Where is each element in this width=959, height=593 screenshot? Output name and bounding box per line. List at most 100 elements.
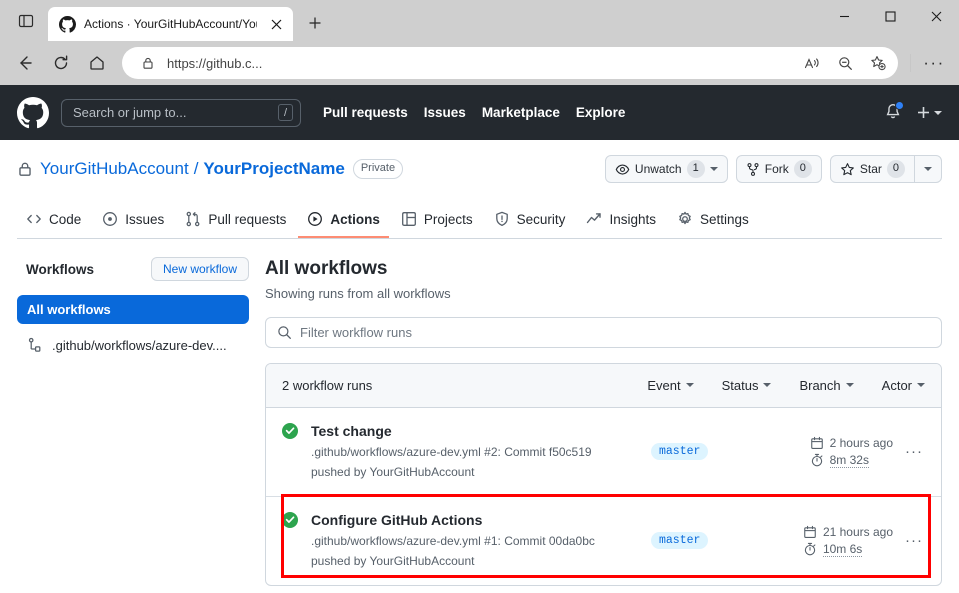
chevron-down-icon — [763, 383, 771, 387]
table-row[interactable]: Test change .github/workflows/azure-dev.… — [266, 408, 941, 496]
nav-issues[interactable]: Issues — [424, 105, 466, 120]
branch-badge[interactable]: master — [651, 443, 708, 460]
refresh-button[interactable] — [44, 46, 78, 80]
unwatch-button[interactable]: Unwatch 1 — [606, 156, 727, 182]
minimize-button[interactable] — [821, 0, 867, 33]
back-button[interactable] — [8, 46, 42, 80]
sidebar-item-azure-dev-workflow[interactable]: .github/workflows/azure-dev.... — [17, 330, 249, 360]
run-title[interactable]: Configure GitHub Actions — [311, 511, 621, 530]
tab-actions[interactable]: Actions — [298, 204, 389, 238]
workflow-runs-header: 2 workflow runs Event Status B — [266, 364, 941, 408]
page-title: All workflows — [265, 257, 942, 282]
window-close-button[interactable] — [913, 0, 959, 33]
home-icon — [88, 54, 106, 72]
tab-security[interactable]: Security — [485, 204, 575, 238]
run-details: Configure GitHub Actions .github/workflo… — [311, 511, 621, 571]
filter-event-dropdown[interactable]: Event — [647, 378, 693, 393]
read-aloud-icon — [804, 56, 821, 71]
tab-pane-button[interactable] — [7, 5, 45, 37]
repository-actions: Unwatch 1 — [605, 155, 942, 183]
new-tab-button[interactable] — [300, 8, 330, 38]
tab-insights[interactable]: Insights — [577, 204, 665, 238]
chevron-down-icon — [846, 383, 854, 387]
sidebar-item-all-workflows[interactable]: All workflows — [17, 295, 249, 324]
filter-status-label: Status — [722, 378, 759, 393]
global-nav: Pull requests Issues Marketplace Explore — [323, 105, 625, 120]
run-time-ago-text: 2 hours ago — [830, 436, 893, 450]
star-dropdown-button[interactable] — [914, 156, 941, 182]
breadcrumb-owner[interactable]: YourGitHubAccount — [40, 159, 189, 179]
github-icon — [59, 16, 76, 33]
maximize-button[interactable] — [867, 0, 913, 33]
filter-placeholder: Filter workflow runs — [300, 325, 412, 340]
fork-icon — [746, 162, 760, 177]
filter-actor-label: Actor — [882, 378, 912, 393]
breadcrumb: YourGitHubAccount / YourProjectName — [40, 159, 345, 179]
run-title[interactable]: Test change — [311, 422, 621, 441]
tab-issues[interactable]: Issues — [93, 204, 173, 238]
filter-branch-dropdown[interactable]: Branch — [799, 378, 853, 393]
breadcrumb-repo[interactable]: YourProjectName — [203, 159, 344, 179]
fork-button[interactable]: Fork 0 — [737, 156, 821, 182]
chevron-down-icon — [934, 111, 942, 115]
workflow-runs-count: 2 workflow runs — [282, 378, 372, 393]
nav-explore[interactable]: Explore — [576, 105, 626, 120]
workflows-sidebar: Workflows New workflow All workflows .gi… — [17, 257, 265, 586]
nav-marketplace[interactable]: Marketplace — [482, 105, 560, 120]
notifications-button[interactable] — [884, 103, 902, 123]
back-arrow-icon — [16, 54, 34, 72]
close-icon — [931, 11, 942, 22]
run-options-button[interactable]: ··· — [903, 444, 925, 459]
global-search-input[interactable]: Search or jump to... / — [61, 99, 301, 127]
play-icon — [307, 211, 323, 227]
nav-pull-requests[interactable]: Pull requests — [323, 105, 408, 120]
plus-icon — [308, 16, 322, 30]
zoom-out-button[interactable] — [831, 50, 859, 76]
tab-projects[interactable]: Projects — [392, 204, 482, 238]
home-button[interactable] — [80, 46, 114, 80]
repository-tabs: Code Issues — [17, 194, 942, 239]
tab-pull-requests[interactable]: Pull requests — [176, 204, 295, 238]
run-options-button[interactable]: ··· — [903, 533, 925, 548]
new-workflow-button[interactable]: New workflow — [151, 257, 249, 281]
gear-icon — [677, 211, 693, 227]
star-icon — [840, 162, 855, 177]
browser-settings-button[interactable]: ··· — [917, 46, 951, 80]
repository-title-row: YourGitHubAccount / YourProjectName Priv… — [17, 155, 942, 183]
calendar-icon — [803, 525, 817, 539]
branch-badge[interactable]: master — [651, 532, 708, 549]
sidebar-item-label: .github/workflows/azure-dev.... — [52, 338, 227, 353]
page-content: Search or jump to... / Pull requests Iss… — [0, 85, 959, 593]
address-bar[interactable]: https://github.c... — [122, 47, 898, 79]
read-aloud-button[interactable] — [798, 50, 826, 76]
tab-close-button[interactable] — [265, 13, 287, 35]
table-row[interactable]: Configure GitHub Actions .github/workflo… — [266, 496, 941, 585]
filter-workflow-runs-input[interactable]: Filter workflow runs — [265, 317, 942, 348]
graph-icon — [586, 211, 602, 227]
plus-icon — [916, 105, 931, 120]
run-duration-text: 8m 32s — [830, 453, 869, 468]
maximize-icon — [885, 11, 896, 22]
run-duration: 8m 32s — [810, 453, 893, 468]
browser-window: Actions · YourGitHubAccount/You — [0, 0, 959, 593]
star-button[interactable]: Star 0 — [831, 156, 914, 182]
tab-code-label: Code — [49, 212, 81, 227]
sidebar-header: Workflows New workflow — [17, 257, 249, 281]
filter-status-dropdown[interactable]: Status — [722, 378, 772, 393]
sidebar-item-label: All workflows — [27, 302, 111, 317]
create-new-button[interactable] — [916, 105, 942, 120]
github-header: Search or jump to... / Pull requests Iss… — [0, 85, 959, 140]
add-favorite-button[interactable] — [864, 50, 892, 76]
add-favorite-icon — [870, 55, 886, 71]
run-meta-commit: .github/workflows/azure-dev.yml #2: Comm… — [311, 443, 621, 462]
stopwatch-icon — [803, 542, 817, 556]
toolbar-divider — [910, 54, 911, 72]
tab-security-label: Security — [517, 212, 566, 227]
browser-tab[interactable]: Actions · YourGitHubAccount/You — [48, 7, 293, 41]
tab-settings[interactable]: Settings — [668, 204, 758, 238]
tab-projects-label: Projects — [424, 212, 473, 227]
github-mark-icon[interactable] — [17, 97, 49, 129]
tab-code[interactable]: Code — [17, 204, 90, 238]
filter-actor-dropdown[interactable]: Actor — [882, 378, 925, 393]
git-pull-request-icon — [185, 211, 201, 227]
